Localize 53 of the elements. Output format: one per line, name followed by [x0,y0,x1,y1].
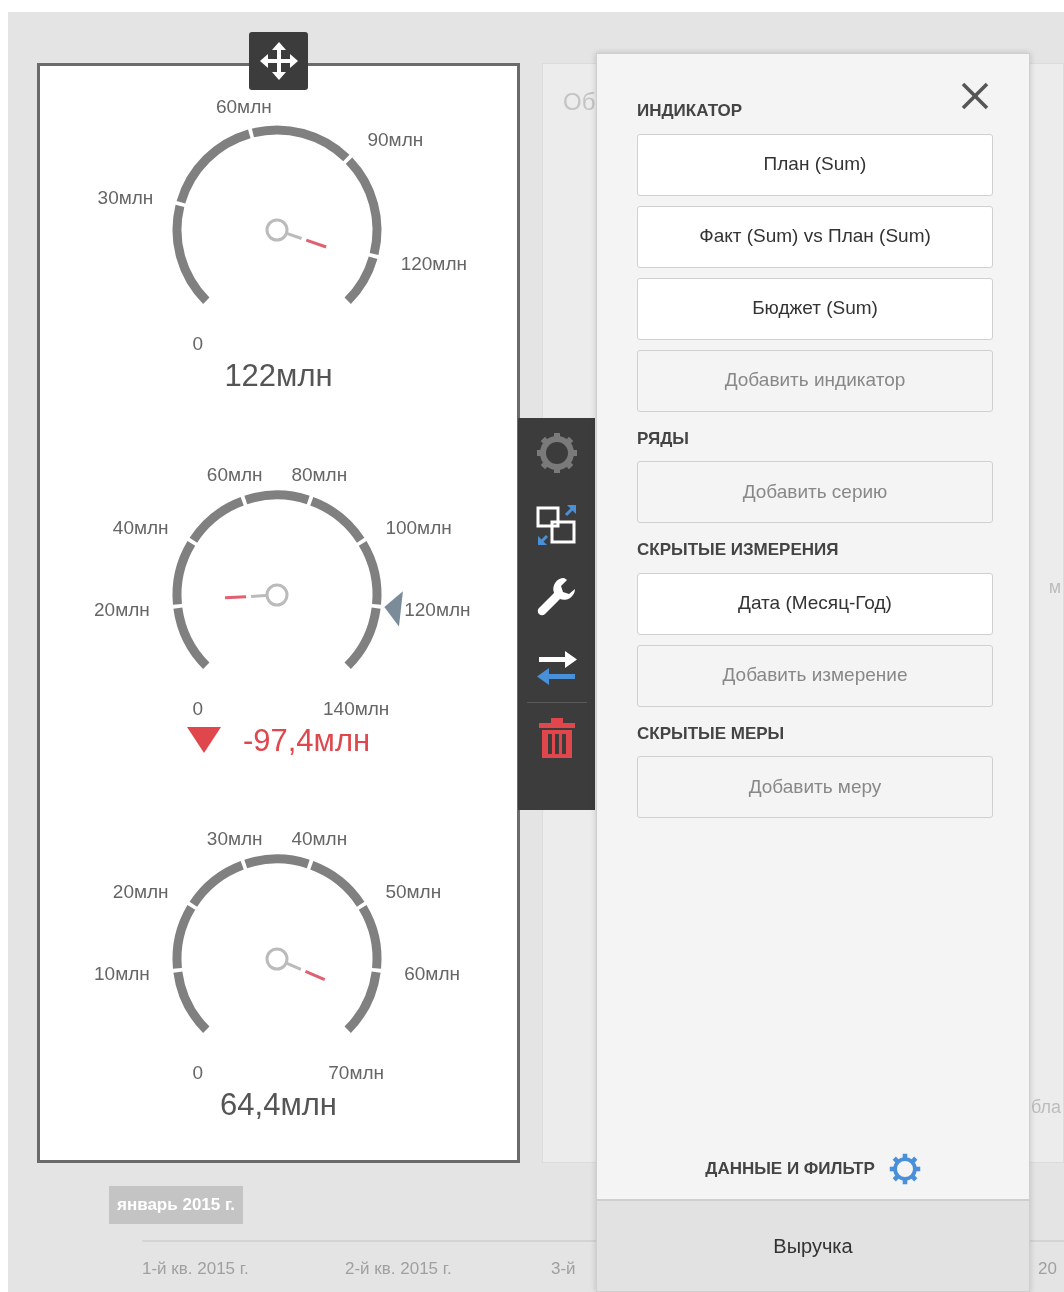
scale-label: 0 [192,332,204,354]
scale-label: 120млн [400,252,467,274]
move-icon [258,41,299,81]
scale-label: 40млн [112,516,169,538]
axis-label: 20 [1038,1258,1057,1278]
field-button[interactable]: Бюджет (Sum) [637,277,993,340]
data-filter-link[interactable]: ДАННЫЕ И ФИЛЬТР [705,1156,875,1182]
gauge-needle [265,947,326,982]
scale-label: 100млн [385,516,452,538]
field-button[interactable]: Дата (Месяц-Год) [637,572,993,635]
section-heading: РЯДЫ [637,427,690,450]
scale-label: 0 [192,1062,204,1084]
section-heading: СКРЫТЫЕ ИЗМЕРЕНИЯ [637,539,840,561]
scale-label: 30млн [97,186,154,208]
close-icon [961,82,989,110]
axis-label: 2-й кв. 2015 г. [345,1258,452,1278]
scale-label: 90млн [367,129,424,151]
field-button[interactable]: План (Sum) [637,133,993,196]
wrench-icon[interactable] [535,576,578,618]
selection-label: январь 2015 г. [109,1186,244,1224]
gauge-value: 64,4млн [220,1086,337,1124]
gauge-value: -97,4млн [242,721,371,759]
gauge-needle [225,583,289,607]
scale-label: 80млн [291,463,348,485]
scale-label: 60млн [404,963,460,985]
axis-label: 1-й кв. 2015 г. [142,1258,249,1278]
scale-label: 120млн [404,598,471,620]
gear-icon[interactable] [888,1153,921,1185]
trash-icon[interactable] [537,717,576,759]
scale-label: 60млн [206,463,263,485]
swap-icon[interactable] [535,648,578,688]
scale-label: 30млн [206,828,263,850]
section-heading: СКРЫТЫЕ МЕРЫ [637,722,786,745]
move-handle[interactable] [249,32,308,90]
gauge-value: 122млн [224,357,333,395]
scale-label: 10млн [94,963,150,985]
scale-label: 140млн [323,697,390,719]
scale-label: 40млн [291,828,348,850]
gear-icon[interactable] [535,432,578,474]
down-triangle-icon [186,727,221,754]
tab[interactable]: Выручка [597,1199,1029,1291]
close-button[interactable] [961,82,989,110]
scale-label: 20млн [112,880,169,902]
scale-label: 70млн [328,1062,385,1084]
resize-icon[interactable] [535,504,578,546]
section-heading: ИНДИКАТОР [637,100,744,122]
axis-label: 3-й [551,1258,576,1278]
gauge-needle [265,218,327,249]
scale-label: 60млн [215,96,272,117]
scale-label: 0 [192,697,204,719]
scale-label: 50млн [385,880,442,902]
field-button[interactable]: Факт (Sum) vs План (Sum) [637,205,993,268]
scale-label: 20млн [94,598,150,620]
